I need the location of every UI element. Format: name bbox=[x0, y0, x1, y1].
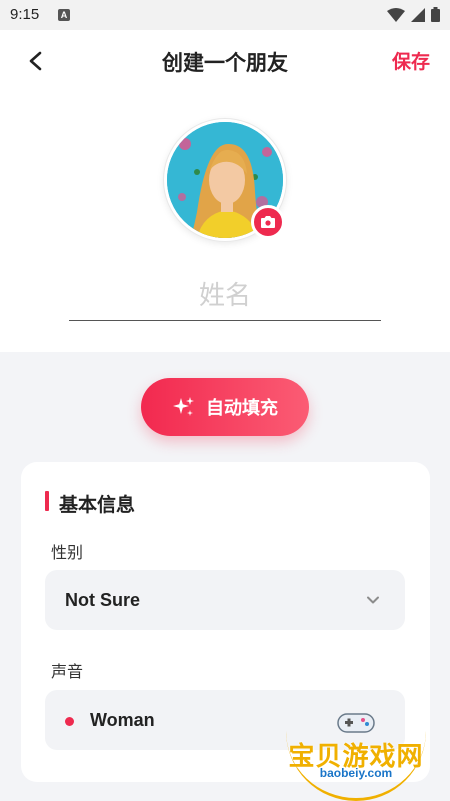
battery-icon bbox=[431, 7, 440, 22]
signal-icon bbox=[411, 7, 425, 22]
voice-indicator-dot bbox=[65, 717, 74, 726]
status-icons bbox=[387, 7, 440, 22]
chevron-down-icon bbox=[367, 596, 379, 604]
page-title: 创建一个朋友 bbox=[162, 52, 288, 75]
voice-label: 声音 bbox=[51, 664, 84, 681]
camera-icon bbox=[261, 216, 275, 228]
autofill-label: 自动填充 bbox=[206, 398, 278, 418]
name-input[interactable] bbox=[69, 270, 381, 321]
watermark-url: baobeiy.com bbox=[319, 766, 393, 780]
gamepad-icon bbox=[337, 713, 375, 733]
profile-header-section: 创建一个朋友 保存 bbox=[0, 30, 450, 352]
save-button[interactable]: 保存 bbox=[392, 47, 430, 74]
status-bar: 9:15 A bbox=[0, 0, 450, 30]
autofill-button[interactable]: 自动填充 bbox=[141, 378, 309, 436]
section-title: 基本信息 bbox=[59, 495, 136, 516]
wifi-icon bbox=[387, 7, 405, 22]
gender-label: 性别 bbox=[51, 545, 84, 562]
avatar-container bbox=[164, 119, 286, 241]
voice-value: Woman bbox=[90, 710, 155, 730]
status-time: 9:15 bbox=[10, 6, 40, 23]
watermark-logo: 宝贝游戏网 baobeiy.com bbox=[276, 708, 436, 801]
gender-select[interactable]: Not Sure bbox=[45, 570, 405, 630]
change-photo-button[interactable] bbox=[251, 205, 285, 239]
gender-value: Not Sure bbox=[65, 590, 141, 610]
section-accent-bar bbox=[45, 491, 49, 511]
app-notification-icon: A bbox=[58, 9, 70, 21]
sparkle-icon bbox=[173, 397, 194, 416]
